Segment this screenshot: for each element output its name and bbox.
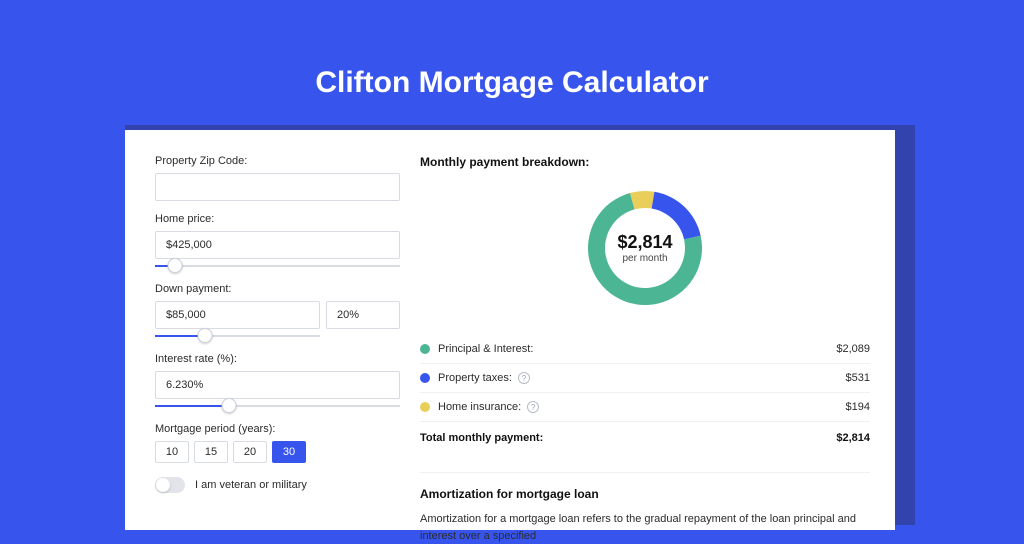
period-option-15[interactable]: 15 bbox=[194, 441, 228, 463]
price-label: Home price: bbox=[155, 213, 400, 225]
total-value: $2,814 bbox=[836, 432, 870, 444]
tax-help-icon[interactable]: ? bbox=[518, 372, 530, 384]
price-group: Home price: bbox=[155, 213, 400, 271]
donut-amount: $2,814 bbox=[617, 232, 672, 252]
ins-help-icon[interactable]: ? bbox=[527, 401, 539, 413]
down-slider-thumb[interactable] bbox=[197, 328, 212, 343]
total-label: Total monthly payment: bbox=[420, 432, 836, 444]
pi-value: $2,089 bbox=[836, 343, 870, 355]
breakdown-row-tax: Property taxes:?$531 bbox=[420, 364, 870, 393]
donut-chart: $2,814 per month bbox=[580, 183, 710, 313]
zip-group: Property Zip Code: bbox=[155, 155, 400, 201]
amortization-title: Amortization for mortgage loan bbox=[420, 487, 870, 501]
price-slider-thumb[interactable] bbox=[167, 258, 182, 273]
down-slider[interactable] bbox=[155, 331, 320, 341]
ins-value: $194 bbox=[846, 401, 870, 413]
rate-slider-thumb[interactable] bbox=[221, 398, 236, 413]
breakdown-title: Monthly payment breakdown: bbox=[420, 155, 870, 169]
rate-slider[interactable] bbox=[155, 401, 400, 411]
period-label: Mortgage period (years): bbox=[155, 423, 400, 435]
period-option-20[interactable]: 20 bbox=[233, 441, 267, 463]
price-slider[interactable] bbox=[155, 261, 400, 271]
page-title: Clifton Mortgage Calculator bbox=[0, 0, 1024, 136]
zip-label: Property Zip Code: bbox=[155, 155, 400, 167]
tax-dot-icon bbox=[420, 373, 430, 383]
breakdown-total-row: Total monthly payment:$2,814 bbox=[420, 422, 870, 452]
period-row: 10152030 bbox=[155, 441, 400, 463]
veteran-row: I am veteran or military bbox=[155, 477, 400, 493]
ins-dot-icon bbox=[420, 402, 430, 412]
period-option-10[interactable]: 10 bbox=[155, 441, 189, 463]
donut-area: $2,814 per month bbox=[420, 179, 870, 335]
veteran-toggle[interactable] bbox=[155, 477, 185, 493]
rate-input[interactable] bbox=[155, 371, 400, 399]
donut-sub: per month bbox=[622, 253, 667, 264]
breakdown-row-ins: Home insurance:?$194 bbox=[420, 393, 870, 422]
price-input[interactable] bbox=[155, 231, 400, 259]
down-label: Down payment: bbox=[155, 283, 400, 295]
period-group: Mortgage period (years): 10152030 bbox=[155, 423, 400, 463]
period-option-30[interactable]: 30 bbox=[272, 441, 306, 463]
tax-label: Property taxes:? bbox=[438, 372, 846, 384]
zip-input[interactable] bbox=[155, 173, 400, 201]
rate-label: Interest rate (%): bbox=[155, 353, 400, 365]
amortization-block: Amortization for mortgage loan Amortizat… bbox=[420, 472, 870, 544]
ins-label: Home insurance:? bbox=[438, 401, 846, 413]
form-column: Property Zip Code: Home price: Down paym… bbox=[155, 155, 400, 530]
rate-group: Interest rate (%): bbox=[155, 353, 400, 411]
breakdown-column: Monthly payment breakdown: $2,814 per mo… bbox=[400, 155, 870, 530]
pi-dot-icon bbox=[420, 344, 430, 354]
down-group: Down payment: bbox=[155, 283, 400, 341]
down-amount-input[interactable] bbox=[155, 301, 320, 329]
down-pct-input[interactable] bbox=[326, 301, 400, 329]
breakdown-row-pi: Principal & Interest:$2,089 bbox=[420, 335, 870, 364]
calculator-card: Property Zip Code: Home price: Down paym… bbox=[125, 130, 895, 530]
amortization-text: Amortization for a mortgage loan refers … bbox=[420, 511, 870, 544]
veteran-label: I am veteran or military bbox=[195, 479, 307, 491]
pi-label: Principal & Interest: bbox=[438, 343, 836, 355]
breakdown-table: Principal & Interest:$2,089Property taxe… bbox=[420, 335, 870, 452]
tax-value: $531 bbox=[846, 372, 870, 384]
